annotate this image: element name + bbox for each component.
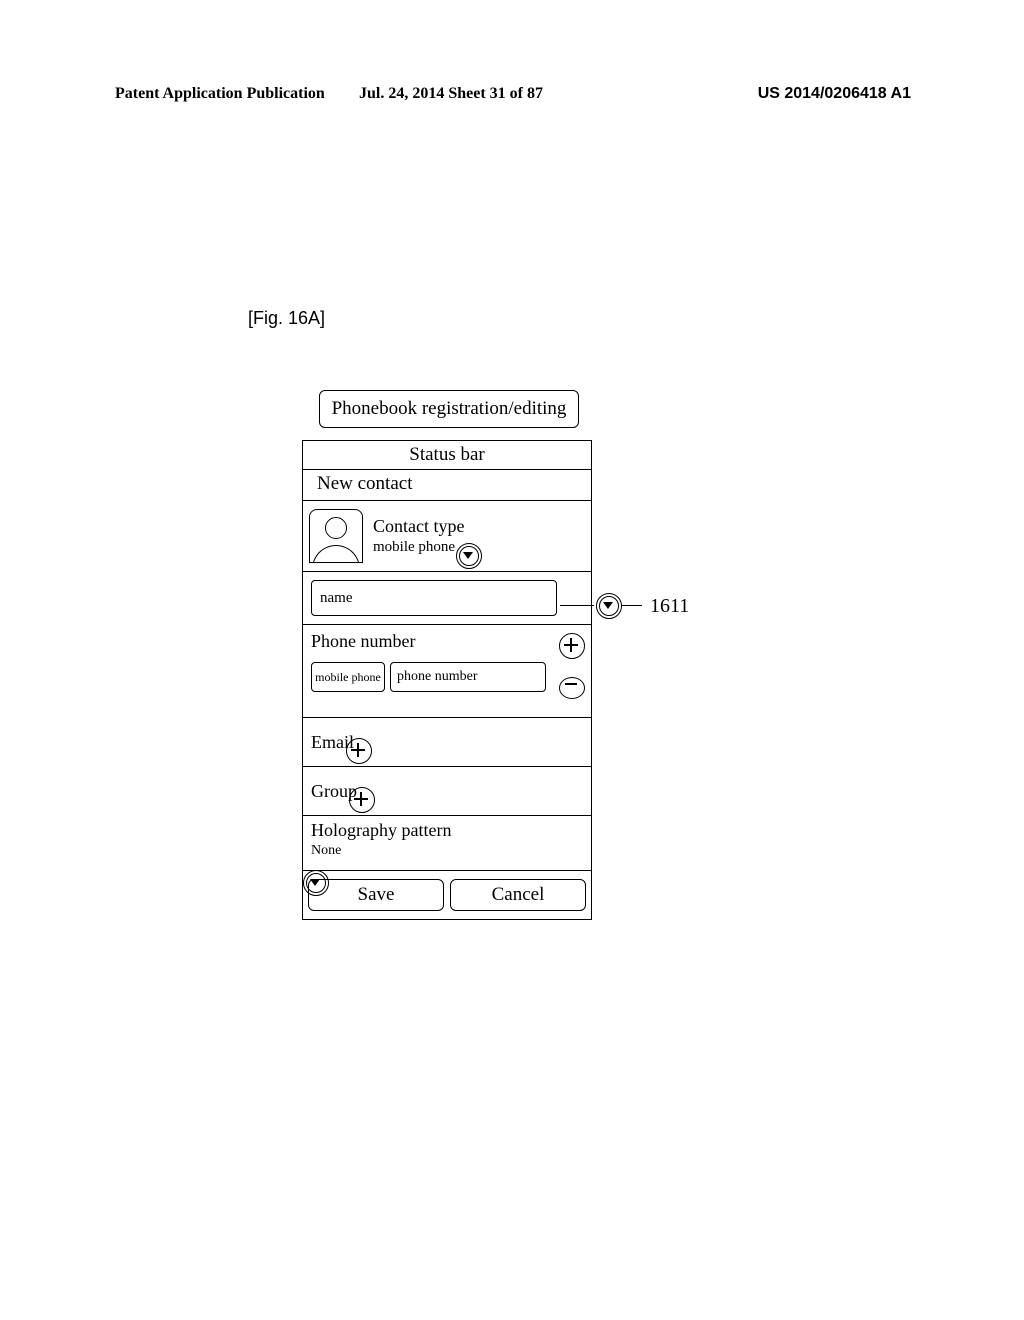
button-row: Save Cancel: [303, 871, 591, 919]
holography-row: Holography pattern None: [303, 816, 591, 871]
email-row: Email: [303, 718, 591, 767]
figure-label: [Fig. 16A]: [248, 308, 325, 329]
phone-number-label: Phone number: [311, 631, 583, 652]
phone-number-placeholder: phone number: [397, 669, 477, 685]
phone-type-select[interactable]: mobile phone: [311, 662, 385, 692]
name-input[interactable]: name: [311, 580, 557, 616]
header-middle: Jul. 24, 2014 Sheet 31 of 87: [359, 85, 543, 103]
cancel-button[interactable]: Cancel: [450, 879, 586, 911]
name-row: name: [303, 572, 591, 625]
new-contact-text: New contact: [317, 473, 412, 494]
contact-type-label: Contact type: [373, 516, 464, 537]
figure: Phonebook registration/editing Status ba…: [302, 390, 590, 920]
name-placeholder: name: [320, 590, 352, 607]
phone-number-input[interactable]: phone number: [390, 662, 546, 692]
plus-icon[interactable]: [349, 787, 373, 811]
plus-icon[interactable]: [346, 738, 370, 762]
callout-line: [622, 605, 642, 606]
save-button[interactable]: Save: [308, 879, 444, 911]
plus-icon[interactable]: [559, 633, 583, 657]
holography-label: Holography pattern: [311, 820, 583, 841]
contact-type-row: Contact type mobile phone: [303, 501, 591, 572]
page-header: Patent Application Publication Jul. 24, …: [0, 85, 1024, 115]
title-tab: Phonebook registration/editing: [319, 390, 579, 428]
phone-section: Phone number mobile phone phone number: [303, 625, 591, 718]
status-bar-text: Status bar: [409, 444, 484, 466]
avatar-icon[interactable]: [309, 509, 363, 563]
group-row: Group: [303, 767, 591, 816]
callout-1611: 1611: [650, 595, 689, 618]
device-frame: Status bar New contact Contact type mobi…: [302, 440, 592, 920]
cancel-button-label: Cancel: [492, 884, 545, 906]
new-contact-header: New contact: [303, 470, 591, 501]
contact-type-value: mobile phone: [373, 539, 464, 556]
phone-type-value: mobile phone: [315, 670, 381, 685]
header-right: US 2014/0206418 A1: [758, 85, 911, 103]
chevron-down-icon[interactable]: [456, 543, 480, 567]
header-left: Patent Application Publication: [115, 85, 325, 103]
callout-line: [560, 605, 594, 606]
save-button-label: Save: [358, 884, 395, 906]
status-bar: Status bar: [303, 441, 591, 470]
holography-value: None: [311, 843, 583, 859]
chevron-down-icon[interactable]: [596, 593, 620, 617]
title-tab-text: Phonebook registration/editing: [332, 398, 567, 420]
minus-icon[interactable]: [559, 675, 583, 699]
